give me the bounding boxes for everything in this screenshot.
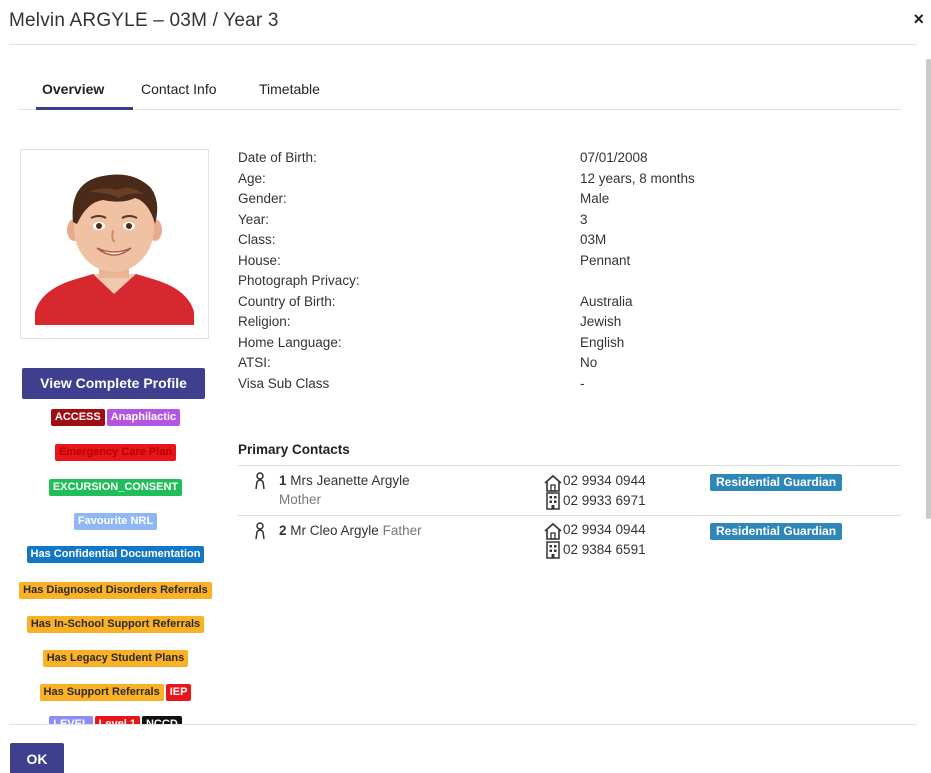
tab-overview[interactable]: Overview: [42, 81, 104, 97]
detail-label-home-language: Home Language:: [238, 334, 342, 350]
work-phone: 02 9933 6971: [563, 493, 646, 508]
contact-row: 2 Mr Cleo Argyle Father 02 9934 0944 02 …: [238, 515, 901, 567]
detail-value-home-language: English: [580, 334, 625, 350]
scrollbar[interactable]: [926, 59, 931, 519]
tab-bar: Overview Contact Info Timetable: [18, 72, 901, 110]
student-photo-frame: [20, 149, 209, 339]
close-button[interactable]: ×: [913, 9, 924, 30]
badge-has-legacy-student-plans: Has Legacy Student Plans: [42, 650, 189, 667]
badge-emergency-care-plan: Emergency Care Plan: [54, 444, 177, 461]
contact-row: 1 Mrs Jeanette Argyle Mother 02 9934 094…: [238, 465, 901, 515]
detail-label-class: Class:: [238, 232, 276, 247]
tab-contact-info[interactable]: Contact Info: [141, 81, 217, 97]
detail-value-country-of-birth: Australia: [580, 293, 633, 309]
contact-name-line: 1 Mrs Jeanette Argyle: [279, 473, 410, 488]
detail-value-religion: Jewish: [580, 314, 622, 329]
work-phone-icon: [546, 541, 560, 559]
detail-label-house: House:: [238, 252, 281, 268]
residential-guardian-badge: Residential Guardian: [710, 523, 843, 540]
badge-row: Favourite NRL: [0, 513, 231, 530]
detail-label-dob: Date of Birth:: [238, 150, 317, 165]
contact-name: Mrs Jeanette Argyle: [290, 473, 410, 488]
detail-label-photograph-privacy: Photograph Privacy:: [238, 273, 360, 288]
home-phone-icon: [544, 522, 562, 540]
home-phone: 02 9934 0944: [563, 473, 646, 488]
contact-relationship: Father: [382, 523, 422, 538]
detail-value-house: Pennant: [580, 252, 631, 268]
person-icon: [255, 522, 265, 540]
badge-excursion-consent: EXCURSION_CONSENT: [48, 479, 183, 496]
detail-value-year: 3: [580, 211, 588, 227]
badge-level-1: Level 1: [94, 716, 140, 724]
contact-name: Mr Cleo Argyle: [290, 523, 379, 538]
badge-row: Emergency Care Plan: [0, 444, 231, 461]
badge-has-confidential-documentation: Has Confidential Documentation: [26, 546, 205, 563]
badge-row: Has Legacy Student Plans: [0, 650, 231, 667]
work-phone-icon: [546, 492, 560, 510]
student-photo: [33, 162, 196, 325]
detail-value-atsi: No: [580, 355, 598, 370]
badge-anaphilactic: Anaphilactic: [106, 409, 181, 426]
badge-favourite-nrl: Favourite NRL: [73, 513, 158, 530]
primary-contacts-title: Primary Contacts: [238, 442, 350, 457]
badge-row: Has Confidential Documentation: [0, 546, 231, 563]
active-tab-indicator: [36, 107, 133, 110]
badge-row: Has Diagnosed Disorders Referrals: [0, 582, 231, 599]
home-phone-icon: [544, 474, 562, 492]
badge-has-in-school-support-referrals: Has In-School Support Referrals: [26, 616, 205, 633]
badge-row: ACCESS Anaphilactic: [0, 409, 231, 426]
badge-nccd: NCCD: [141, 716, 182, 724]
badge-has-support-referrals: Has Support Referrals: [39, 684, 164, 701]
detail-value-age: 12 years, 8 months: [580, 170, 695, 186]
detail-label-visa-sub-class: Visa Sub Class: [238, 375, 330, 391]
contact-relationship: Mother: [279, 492, 322, 507]
detail-value-class: 03M: [580, 232, 607, 247]
badge-row: EXCURSION_CONSENT: [0, 479, 231, 496]
residential-guardian-badge: Residential Guardian: [710, 474, 843, 491]
badge-row-clipped: LEVEL Level 1 NCCD: [0, 716, 231, 724]
detail-value-visa-sub-class: -: [580, 375, 585, 391]
header-divider: [9, 44, 917, 45]
home-phone: 02 9934 0944: [563, 522, 646, 537]
detail-value-gender: Male: [580, 191, 610, 206]
contact-number: 2: [279, 523, 287, 538]
contact-number: 1: [279, 473, 287, 488]
badge-row: Has In-School Support Referrals: [0, 616, 231, 633]
person-icon: [255, 472, 265, 490]
detail-label-gender: Gender:: [238, 191, 287, 206]
view-complete-profile-button[interactable]: View Complete Profile: [22, 368, 205, 399]
detail-label-age: Age:: [238, 170, 266, 186]
contact-name-line: 2 Mr Cleo Argyle Father: [279, 523, 422, 538]
modal-title: Melvin ARGYLE – 03M / Year 3: [9, 10, 279, 31]
detail-label-religion: Religion:: [238, 314, 291, 329]
badge-iep: IEP: [165, 684, 192, 701]
detail-label-atsi: ATSI:: [238, 355, 271, 370]
modal-header: Melvin ARGYLE – 03M / Year 3 ×: [0, 0, 931, 44]
ok-button[interactable]: OK: [10, 743, 64, 773]
tab-timetable[interactable]: Timetable: [259, 81, 320, 97]
badge-level: LEVEL: [49, 716, 93, 724]
detail-label-year: Year:: [238, 211, 270, 227]
badge-row: Has Support Referrals IEP: [0, 684, 231, 701]
badge-access: ACCESS: [50, 409, 105, 426]
work-phone: 02 9384 6591: [563, 542, 646, 557]
detail-value-dob: 07/01/2008: [580, 150, 648, 165]
badge-has-diagnosed-disorders-referrals: Has Diagnosed Disorders Referrals: [19, 582, 212, 599]
detail-label-country-of-birth: Country of Birth:: [238, 293, 336, 309]
footer-divider: [9, 724, 917, 725]
